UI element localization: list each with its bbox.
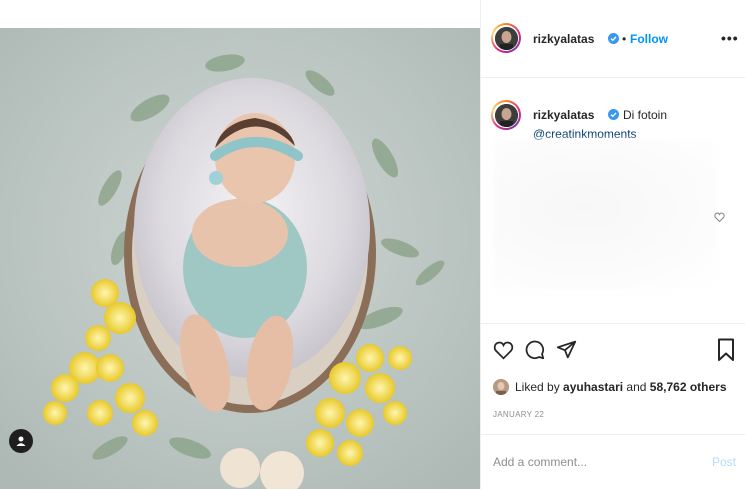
action-bar [481,323,745,380]
paper-plane-icon[interactable] [556,339,577,360]
follow-button[interactable]: Follow [630,32,668,46]
likes-prefix: Liked by [515,380,560,394]
heart-icon[interactable] [493,340,514,360]
post-date[interactable]: JANUARY 22 [493,410,544,419]
post-photo[interactable] [0,28,480,489]
comment-box: Post [481,434,745,490]
caption-username[interactable]: rizkyalatas [533,108,594,122]
user-tag-button[interactable] [9,429,33,453]
verified-badge-icon [608,109,619,120]
author-avatar[interactable] [491,23,521,53]
caption-mention-link[interactable]: @creatinkmoments [533,127,637,141]
user-tag-icon [16,436,26,446]
likes-summary: Liked by ayuhastari and 58,762 others [515,380,727,394]
blurred-comments [493,140,718,290]
comment-icon[interactable] [524,339,545,360]
comment-heart-icon[interactable] [714,212,725,222]
avatar-image [494,103,518,127]
newborn-photo-image [0,28,480,489]
likes-count-link[interactable]: 58,762 others [650,380,727,394]
top-band [0,0,480,28]
comment-input[interactable] [493,455,683,469]
liker-avatar[interactable] [493,379,509,395]
post-header: rizkyalatas • Follow ••• [481,0,745,78]
liker-username[interactable]: ayuhastari [563,380,623,394]
post-side-panel: rizkyalatas • Follow ••• rizkyalatas Di … [480,0,745,489]
bookmark-icon[interactable] [717,338,735,362]
caption-avatar[interactable] [491,100,521,130]
likes-and: and [626,380,647,394]
avatar-image [494,26,518,50]
author-username[interactable]: rizkyalatas [533,32,594,46]
caption-text: Di fotoin [623,108,668,122]
verified-badge-icon [608,33,619,44]
post-comment-button[interactable]: Post [712,455,736,469]
header-separator: • [622,32,627,46]
more-options-icon[interactable]: ••• [721,30,739,46]
